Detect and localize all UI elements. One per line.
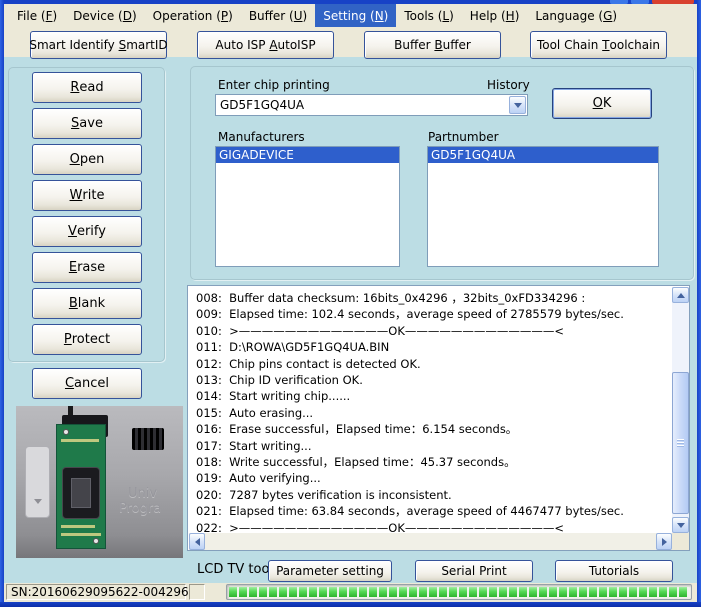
log-line: 016: Erase successful，Elapsed time：6.154… — [196, 421, 666, 437]
log-area[interactable]: 008: Buffer data checksum: 16bits_0x4296… — [187, 285, 690, 551]
tool-chain-button[interactable]: Tool Chain Toolchain — [530, 31, 667, 59]
serial-number-panel: SN:20160629095622-004296 — [6, 584, 186, 600]
lcd-tv-tool-label: LCD TV tool — [197, 562, 273, 577]
menu-setting[interactable]: Setting (N) — [315, 4, 396, 27]
partnumber-list[interactable]: GD5F1GQ4UA — [427, 146, 659, 267]
smart-identify-button[interactable]: Smart Identify SmartID — [30, 31, 167, 59]
protect-button[interactable]: Protect — [32, 324, 142, 355]
write-button[interactable]: Write — [32, 180, 142, 211]
log-line: 010: >—————————————OK—————————————< — [196, 323, 666, 339]
window-border-right — [697, 0, 701, 607]
tutorials-button[interactable]: Tutorials — [555, 560, 673, 582]
verify-button[interactable]: Verify — [32, 216, 142, 247]
save-button[interactable]: Save — [32, 108, 142, 139]
cancel-button[interactable]: Cancel — [32, 368, 142, 399]
open-button[interactable]: Open — [32, 144, 142, 175]
log-line: 012: Chip pins contact is detected OK. — [196, 356, 666, 372]
pcb-silkscreen — [61, 439, 99, 442]
progress-fill — [229, 587, 689, 597]
log-line: 009: Elapsed time: 102.4 seconds，average… — [196, 306, 666, 322]
blank-button[interactable]: Blank — [32, 288, 142, 319]
chip-combo[interactable]: GD5F1GQ4UA — [215, 94, 528, 116]
menu-bar: File (F) Device (D) Operation (P) Buffer… — [4, 4, 697, 27]
ok-button[interactable]: OK — [552, 88, 652, 119]
scroll-up-button[interactable] — [672, 287, 689, 303]
chip-socket — [62, 467, 100, 519]
vertical-scroll-thumb[interactable] — [672, 372, 689, 514]
history-dropdown-button[interactable] — [509, 96, 526, 114]
list-item[interactable]: GIGADEVICE — [216, 147, 399, 163]
log-line: 011: D:\ROWA\GD5F1GQ4UA.BIN — [196, 339, 666, 355]
pcb-adapter — [56, 424, 106, 549]
serial-print-button[interactable]: Serial Print — [415, 560, 533, 582]
menu-help[interactable]: Help (H) — [462, 4, 528, 27]
menu-file[interactable]: File (F) — [9, 4, 65, 27]
device-photo: Univ Progra — [16, 406, 183, 558]
progress-bar — [226, 584, 692, 600]
programmer-text: Progra — [119, 501, 161, 516]
arrow-left-icon — [195, 538, 200, 546]
log-line: 013: Chip ID verification OK. — [196, 372, 666, 388]
partnumber-label: Partnumber — [428, 130, 499, 144]
pcb-silkscreen — [61, 525, 95, 528]
arrow-up-icon — [677, 293, 685, 298]
thumb-grip — [677, 439, 684, 447]
menu-device[interactable]: Device (D) — [65, 4, 144, 27]
history-label: History — [487, 78, 530, 92]
pcb-silkscreen — [61, 533, 101, 536]
chevron-down-icon — [514, 103, 522, 108]
log-line: 021: Elapsed time: 63.84 seconds，average… — [196, 503, 666, 519]
vertical-scrollbar[interactable] — [672, 287, 689, 533]
arrow-icon — [34, 499, 42, 504]
chip-combo-value: GD5F1GQ4UA — [220, 98, 304, 112]
menu-operation[interactable]: Operation (P) — [145, 4, 241, 27]
erase-button[interactable]: Erase — [32, 252, 142, 283]
read-button[interactable]: Read — [32, 72, 142, 103]
socket-lever — [25, 446, 50, 518]
buffer-button[interactable]: Buffer Buffer — [364, 31, 501, 59]
status-bar: SN:20160629095622-004296 — [4, 583, 697, 602]
log-line: 022: >—————————————OK—————————————< — [196, 520, 666, 532]
arrow-down-icon — [677, 523, 685, 528]
horizontal-scrollbar[interactable] — [189, 533, 672, 550]
programmer-text: Univ — [128, 486, 157, 501]
log-line: 018: Write successful，Elapsed time：45.37… — [196, 454, 666, 470]
log-line: 017: Start writing... — [196, 438, 666, 454]
log-line: 014: Start writing chip...... — [196, 388, 666, 404]
log-line: 020: 7287 bytes verification is inconsis… — [196, 487, 666, 503]
pcb-hole — [93, 538, 99, 544]
scroll-left-button[interactable] — [189, 533, 205, 550]
menu-language[interactable]: Language (G) — [527, 4, 625, 27]
auto-isp-button[interactable]: Auto ISP AutoISP — [197, 31, 334, 59]
scroll-down-button[interactable] — [672, 517, 689, 533]
log-line: 019: Auto verifying... — [196, 470, 666, 486]
menu-buffer[interactable]: Buffer (U) — [241, 4, 315, 27]
arrow-right-icon — [662, 538, 667, 546]
parameter-setting-button[interactable]: Parameter setting — [268, 560, 392, 582]
window-border-bottom — [0, 602, 701, 607]
log-text[interactable]: 008: Buffer data checksum: 16bits_0x4296… — [196, 290, 666, 532]
log-line: 015: Auto erasing... — [196, 405, 666, 421]
chip-die — [71, 478, 91, 508]
list-item[interactable]: GD5F1GQ4UA — [428, 147, 658, 163]
manufacturers-label: Manufacturers — [218, 130, 305, 144]
window-border-left — [0, 0, 4, 607]
enter-chip-label: Enter chip printing — [218, 78, 330, 92]
menu-tools[interactable]: Tools (L) — [396, 4, 461, 27]
pin-header — [132, 428, 164, 450]
status-panel — [189, 584, 205, 600]
log-line: 008: Buffer data checksum: 16bits_0x4296… — [196, 290, 666, 306]
scroll-right-button[interactable] — [656, 533, 672, 550]
pcb-hole — [63, 429, 69, 435]
scrollbar-corner — [672, 533, 689, 550]
app-window: File (F) Device (D) Operation (P) Buffer… — [0, 0, 701, 607]
manufacturers-list[interactable]: GIGADEVICE — [215, 146, 400, 267]
